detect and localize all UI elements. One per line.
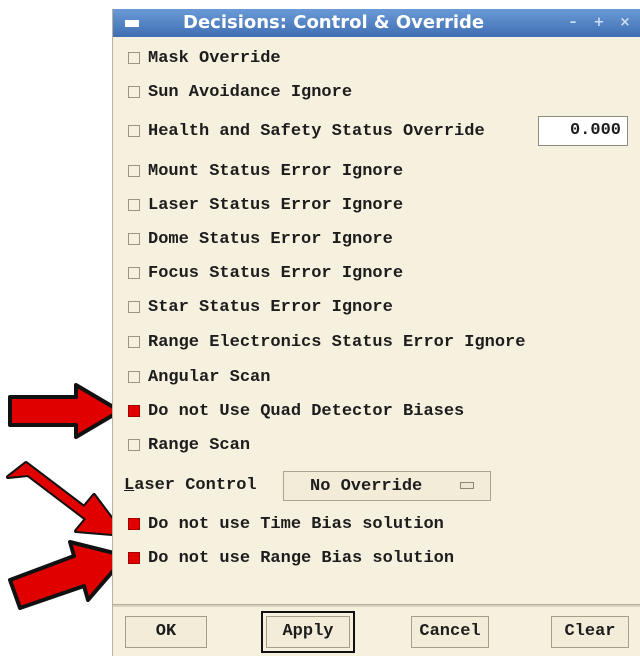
option-label: Star Status Error Ignore bbox=[148, 297, 393, 317]
option-label: Do not use Range Bias solution bbox=[148, 548, 455, 568]
option-checkbox[interactable] bbox=[128, 52, 140, 64]
laser-control-label-rest: aser Control bbox=[134, 476, 257, 495]
option-label: Focus Status Error Ignore bbox=[148, 263, 404, 283]
maximize-icon[interactable]: + bbox=[588, 13, 610, 33]
option-checkbox[interactable] bbox=[128, 267, 140, 279]
option-label: Do not use Time Bias solution bbox=[148, 514, 444, 534]
option-row[interactable]: Laser Status Error Ignore bbox=[128, 193, 403, 217]
option-row[interactable]: Focus Status Error Ignore bbox=[128, 261, 403, 285]
option-checkbox[interactable] bbox=[128, 125, 140, 137]
title-bar[interactable]: Decisions: Control & Override – + × bbox=[113, 9, 640, 37]
option-row[interactable]: Angular Scan bbox=[128, 365, 270, 389]
option-row[interactable]: Do not use Range Bias solution bbox=[128, 546, 454, 570]
minimize-icon[interactable]: – bbox=[562, 13, 584, 33]
health-override-value-field[interactable]: 0.000 bbox=[538, 116, 628, 146]
option-row[interactable]: Do not Use Quad Detector Biases bbox=[128, 399, 464, 423]
option-checkbox[interactable] bbox=[128, 405, 140, 417]
option-row[interactable]: Mount Status Error Ignore bbox=[128, 159, 403, 183]
option-label: Mask Override bbox=[148, 48, 281, 68]
option-checkbox[interactable] bbox=[128, 233, 140, 245]
option-label: Range Scan bbox=[148, 435, 251, 455]
window-menu-icon[interactable] bbox=[125, 20, 139, 27]
laser-control-label: Laser Control bbox=[124, 476, 257, 495]
option-label: Health and Safety Status Override bbox=[148, 121, 485, 141]
option-label: Sun Avoidance Ignore bbox=[148, 82, 353, 102]
option-row[interactable]: Range Electronics Status Error Ignore bbox=[128, 330, 525, 354]
option-checkbox[interactable] bbox=[128, 86, 140, 98]
option-row[interactable]: Sun Avoidance Ignore bbox=[128, 80, 352, 104]
option-checkbox[interactable] bbox=[128, 439, 140, 451]
button-separator bbox=[113, 604, 640, 607]
option-checkbox[interactable] bbox=[128, 165, 140, 177]
option-checkbox[interactable] bbox=[128, 301, 140, 313]
option-label: Do not Use Quad Detector Biases bbox=[148, 401, 465, 421]
option-label: Range Electronics Status Error Ignore bbox=[148, 332, 526, 352]
option-row[interactable]: Dome Status Error Ignore bbox=[128, 227, 393, 251]
laser-control-value: No Override bbox=[310, 477, 423, 496]
option-menu-indicator-icon bbox=[460, 482, 474, 489]
option-checkbox[interactable] bbox=[128, 371, 140, 383]
ok-button[interactable]: OK bbox=[125, 616, 207, 648]
option-checkbox[interactable] bbox=[128, 552, 140, 564]
window-title: Decisions: Control & Override bbox=[183, 12, 485, 33]
decisions-dialog: Decisions: Control & Override – + × Mask… bbox=[112, 9, 640, 656]
cancel-button[interactable]: Cancel bbox=[411, 616, 489, 648]
option-label: Mount Status Error Ignore bbox=[148, 161, 404, 181]
laser-control-select[interactable]: No Override bbox=[283, 471, 491, 501]
option-row[interactable]: Health and Safety Status Override bbox=[128, 119, 485, 143]
option-row[interactable]: Range Scan bbox=[128, 433, 250, 457]
option-label: Angular Scan bbox=[148, 367, 271, 387]
option-label: Laser Status Error Ignore bbox=[148, 195, 404, 215]
option-checkbox[interactable] bbox=[128, 336, 140, 348]
option-checkbox[interactable] bbox=[128, 199, 140, 211]
option-row[interactable]: Do not use Time Bias solution bbox=[128, 512, 444, 536]
option-row[interactable]: Mask Override bbox=[128, 46, 281, 70]
option-checkbox[interactable] bbox=[128, 518, 140, 530]
option-label: Dome Status Error Ignore bbox=[148, 229, 393, 249]
apply-button[interactable]: Apply bbox=[261, 611, 355, 653]
laser-control-mnemonic: L bbox=[124, 476, 135, 495]
close-icon[interactable]: × bbox=[614, 13, 636, 33]
option-row[interactable]: Star Status Error Ignore bbox=[128, 295, 393, 319]
clear-button[interactable]: Clear bbox=[551, 616, 629, 648]
annotation-arrow-quad bbox=[8, 383, 122, 439]
